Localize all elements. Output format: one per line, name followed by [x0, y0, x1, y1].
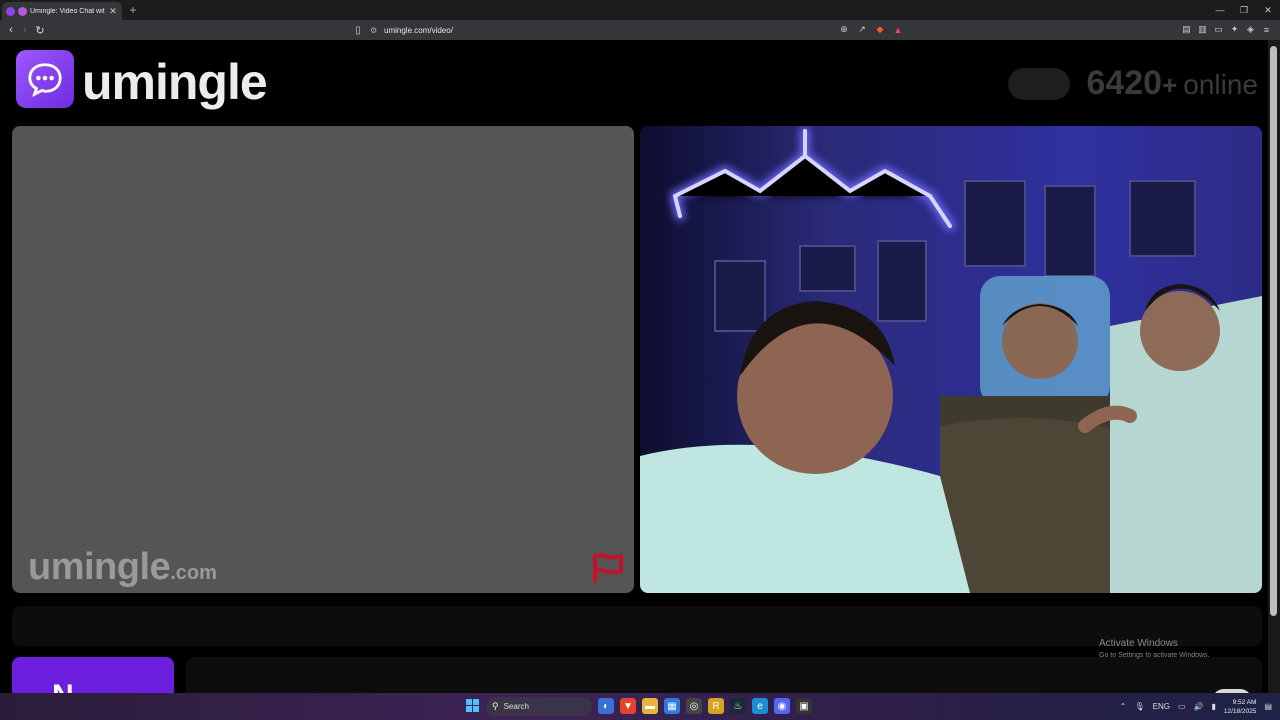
webcam-feed-image	[640, 126, 1262, 593]
terminal-icon[interactable]: ▣	[796, 698, 812, 714]
windows-taskbar: ⚲ Search ◐ ▼ ▬ ▦ ◎ R ♨ e ◉ ▣ ⌃ 🎙 ENG ▭ 🔊…	[0, 693, 1280, 720]
chat-bubble-icon	[28, 63, 62, 98]
bookmark-icon[interactable]: ▯	[352, 23, 364, 37]
zoom-icon[interactable]: ⊕	[838, 23, 850, 36]
umingle-watermark: umingle.com	[28, 546, 217, 589]
maximize-button[interactable]: ❐	[1232, 0, 1256, 20]
notifications-icon[interactable]: ▤	[1264, 702, 1272, 711]
url-text: umingle.com/video/	[384, 25, 453, 35]
system-tray: ⌃ 🎙 ENG ▭ 🔊 ▮ 9:52 AM 12/18/2025 ▤	[1120, 697, 1272, 716]
vpn-icon[interactable]: ◈	[1245, 23, 1256, 36]
store-icon[interactable]: ▦	[664, 698, 680, 714]
taskbar-search[interactable]: ⚲ Search	[486, 697, 592, 716]
sidebar-icon[interactable]: ▥	[1197, 23, 1208, 36]
discord-icon[interactable]: ◉	[774, 698, 790, 714]
new-tab-button[interactable]: +	[127, 3, 139, 17]
site-logo-text[interactable]: umingle	[82, 50, 268, 114]
windows-start-icon[interactable]	[466, 699, 479, 712]
browser-tab[interactable]: Umingle: Video Chat with Str ✕	[2, 2, 122, 20]
rockstar-icon[interactable]: R	[708, 698, 724, 714]
tab-media-icon	[18, 6, 27, 16]
tab-favicon-icon	[6, 6, 15, 16]
taskbar-clock[interactable]: 9:52 AM 12/18/2025	[1224, 698, 1257, 716]
network-icon[interactable]: ▭	[1178, 702, 1186, 711]
minimize-button[interactable]: —	[1208, 0, 1232, 20]
forward-arrow-icon[interactable]: ›	[18, 23, 32, 37]
stranger-video-panel: umingle.com	[12, 126, 634, 593]
volume-icon[interactable]: 🔊	[1194, 702, 1204, 711]
page-content: umingle 6420 + online umingle.com Activa…	[0, 40, 1268, 693]
reload-icon[interactable]: ↻	[33, 23, 47, 37]
search-label: Search	[503, 702, 529, 711]
activate-subtitle: Go to Settings to activate Windows.	[1099, 652, 1210, 659]
window-controls: — ❐ ✕	[1208, 0, 1280, 20]
chat-message-input[interactable]	[186, 657, 1262, 693]
activate-title: Activate Windows	[1099, 638, 1178, 649]
brave-icon[interactable]: ▼	[620, 698, 636, 714]
leo-ai-icon[interactable]: ✦	[1229, 23, 1240, 36]
page-scrollbar[interactable]	[1268, 40, 1280, 693]
dark-mode-toggle[interactable]	[1008, 67, 1071, 100]
copilot-icon[interactable]: ◐	[598, 698, 614, 714]
battery-icon[interactable]: ▮	[1211, 702, 1215, 711]
file-explorer-icon[interactable]: ▬	[642, 698, 658, 714]
toolbar-extensions: ▤ ▥ ▭ ✦ ◈ ≡	[1181, 23, 1272, 36]
clock-date: 12/18/2025	[1223, 707, 1257, 715]
online-plus: +	[1162, 70, 1178, 100]
chat-log-panel	[12, 606, 1262, 646]
edge-icon[interactable]: e	[752, 698, 768, 714]
report-flag-icon[interactable]	[590, 551, 626, 583]
address-bar[interactable]: ⚙ umingle.com/video/	[370, 22, 910, 38]
back-arrow-icon[interactable]: ‹	[4, 23, 18, 37]
search-icon: ⚲	[492, 701, 499, 711]
wallet-icon[interactable]: ▭	[1213, 23, 1224, 36]
online-counter: 6420 + online	[1008, 64, 1258, 103]
site-settings-icon[interactable]: ⚙	[370, 26, 384, 35]
tray-overflow-icon[interactable]: ⌃	[1120, 702, 1127, 711]
chrome-icon[interactable]: ◎	[686, 698, 702, 714]
online-label: online	[1183, 69, 1258, 100]
tab-title: Umingle: Video Chat with Str	[30, 7, 105, 15]
clock-time: 9:52 AM	[1232, 698, 1257, 706]
browser-toolbar: ‹ › ↻ ▯ ⚙ umingle.com/video/ ⊕ ↗ ◆ ▲ ▤ ▥…	[0, 20, 1280, 40]
menu-icon[interactable]: ≡	[1261, 23, 1272, 36]
address-bar-actions: ⊕ ↗ ◆ ▲	[838, 23, 904, 36]
brave-rewards-icon[interactable]: ▲	[892, 23, 904, 36]
language-indicator[interactable]: ENG	[1153, 702, 1170, 711]
browser-tab-bar: Umingle: Video Chat with Str ✕ + — ❐ ✕	[0, 0, 1280, 20]
online-count: 6420	[1086, 64, 1163, 102]
next-button[interactable]: N	[12, 657, 174, 693]
umingle-logo-icon[interactable]	[16, 50, 74, 108]
taskbar-apps: ◐ ▼ ▬ ▦ ◎ R ♨ e ◉ ▣	[598, 698, 812, 714]
reader-mode-icon[interactable]: ▤	[1181, 23, 1192, 36]
watermark-main: umingle	[28, 546, 171, 588]
close-window-button[interactable]: ✕	[1256, 0, 1280, 20]
microphone-icon[interactable]: 🎙	[1134, 702, 1144, 711]
activate-windows-watermark: Activate Windows Go to Settings to activ…	[1099, 638, 1210, 659]
steam-icon[interactable]: ♨	[730, 698, 746, 714]
watermark-tld: .com	[170, 562, 217, 584]
brave-shield-icon[interactable]: ◆	[874, 23, 886, 36]
scrollbar-thumb[interactable]	[1270, 46, 1277, 616]
share-icon[interactable]: ↗	[856, 23, 868, 36]
self-video-panel	[640, 126, 1262, 593]
tab-close-icon[interactable]: ✕	[108, 6, 118, 17]
